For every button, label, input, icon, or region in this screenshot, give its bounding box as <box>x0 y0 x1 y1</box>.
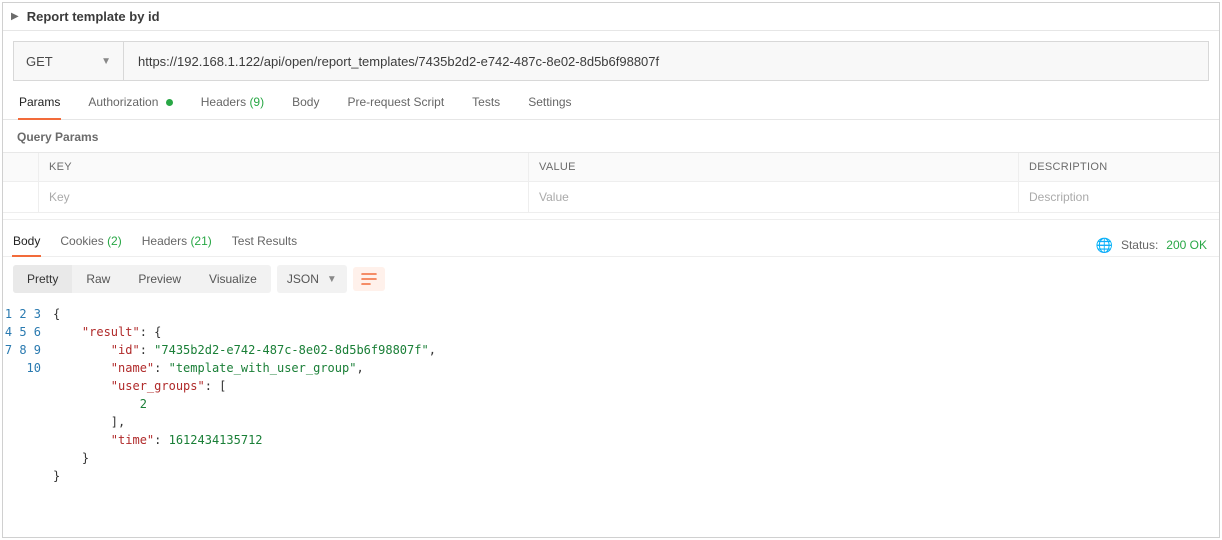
http-method-select[interactable]: GET ▼ <box>14 42 124 80</box>
response-tab-headers[interactable]: Headers (21) <box>142 234 212 256</box>
query-params-header-description: DESCRIPTION <box>1019 153 1219 182</box>
status-label: Status: <box>1121 238 1158 252</box>
response-format-select[interactable]: JSON ▼ <box>277 265 347 293</box>
response-view-controls: Pretty Raw Preview Visualize JSON ▼ <box>3 256 1219 301</box>
collapse-triangle-icon[interactable]: ▶ <box>11 11 19 22</box>
response-tab-body[interactable]: Body <box>13 234 40 256</box>
response-tab-cookies-count: (2) <box>107 234 122 248</box>
chevron-down-icon: ▼ <box>327 274 337 285</box>
tab-headers[interactable]: Headers (9) <box>201 95 264 119</box>
view-visualize-button[interactable]: Visualize <box>195 265 271 293</box>
tab-authorization[interactable]: Authorization <box>88 95 172 119</box>
response-tab-headers-label: Headers <box>142 234 187 248</box>
view-mode-segment: Pretty Raw Preview Visualize <box>13 265 271 293</box>
tab-headers-label: Headers <box>201 95 246 109</box>
tab-params[interactable]: Params <box>19 95 60 119</box>
response-code-area[interactable]: 1 2 3 4 5 6 7 8 9 10 { "result": { "id":… <box>3 301 1219 495</box>
line-wrap-button[interactable] <box>353 267 385 291</box>
query-params-row <box>3 182 1219 213</box>
response-tabs-row: Body Cookies (2) Headers (21) Test Resul… <box>3 219 1219 256</box>
wrap-icon <box>361 272 377 286</box>
query-params-table: KEY VALUE DESCRIPTION <box>3 152 1219 213</box>
request-tabs: Params Authorization Headers (9) Body Pr… <box>3 81 1219 120</box>
tab-body[interactable]: Body <box>292 95 319 119</box>
query-params-spacer <box>3 153 39 182</box>
view-pretty-button[interactable]: Pretty <box>13 265 72 293</box>
response-tab-headers-count: (21) <box>190 234 211 248</box>
query-params-header-row: KEY VALUE DESCRIPTION <box>3 153 1219 182</box>
chevron-down-icon: ▼ <box>101 56 111 67</box>
view-raw-button[interactable]: Raw <box>72 265 124 293</box>
response-tab-test-results[interactable]: Test Results <box>232 234 297 256</box>
query-key-input[interactable] <box>49 190 518 204</box>
tab-tests[interactable]: Tests <box>472 95 500 119</box>
query-params-header-key: KEY <box>39 153 529 182</box>
http-method-label: GET <box>26 54 53 69</box>
request-title: Report template by id <box>27 9 160 24</box>
globe-icon[interactable]: 🌐 <box>1096 237 1113 254</box>
code-gutter: 1 2 3 4 5 6 7 8 9 10 <box>3 305 53 485</box>
request-title-row: ▶ Report template by id <box>3 3 1219 31</box>
query-description-input[interactable] <box>1029 190 1209 204</box>
query-value-input[interactable] <box>539 190 1008 204</box>
tab-authorization-label: Authorization <box>88 95 158 109</box>
status-dot-icon <box>166 99 173 106</box>
response-format-label: JSON <box>287 272 319 286</box>
view-preview-button[interactable]: Preview <box>124 265 195 293</box>
query-params-header-value: VALUE <box>529 153 1019 182</box>
response-tab-cookies[interactable]: Cookies (2) <box>60 234 121 256</box>
request-bar: GET ▼ <box>13 41 1209 81</box>
response-tabs: Body Cookies (2) Headers (21) Test Resul… <box>13 234 297 256</box>
tab-prerequest[interactable]: Pre-request Script <box>347 95 444 119</box>
status-value: 200 OK <box>1166 238 1207 252</box>
query-params-row-spacer <box>3 182 39 213</box>
tab-headers-count: (9) <box>249 95 264 109</box>
code-body[interactable]: { "result": { "id": "7435b2d2-e742-487c-… <box>53 305 1219 485</box>
tab-settings[interactable]: Settings <box>528 95 571 119</box>
url-input[interactable] <box>124 42 1208 80</box>
response-tab-cookies-label: Cookies <box>60 234 103 248</box>
query-params-title: Query Params <box>3 120 1219 152</box>
response-status: 🌐 Status: 200 OK <box>1096 237 1208 254</box>
